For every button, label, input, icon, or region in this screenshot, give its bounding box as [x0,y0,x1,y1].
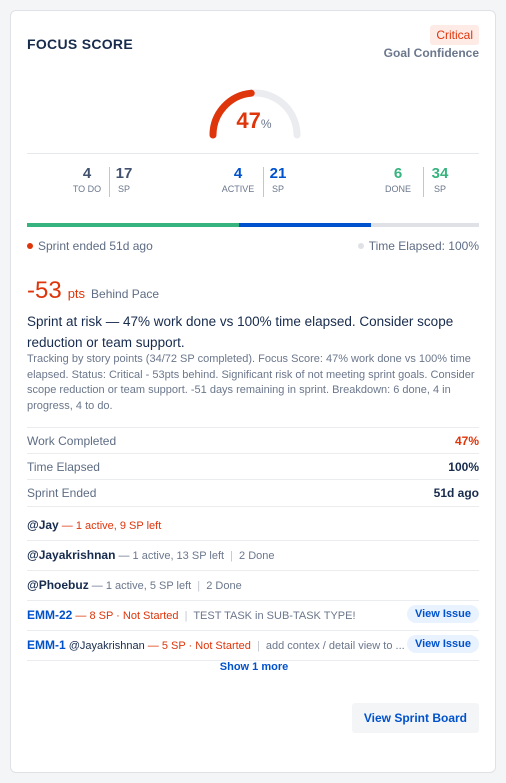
issue-status: — 8 SP · Not Started [75,610,179,622]
show-more-link[interactable]: Show 1 more [11,661,497,673]
metric-value: 51d ago [433,486,479,500]
card-title: FOCUS SCORE [27,36,133,52]
assignee-row: @Jayakrishnan — 1 active, 13 SP left | 2… [27,540,479,571]
issue-key[interactable]: EMM-1 [27,638,66,652]
status-badge: Critical [430,25,479,45]
assignee-status: — 1 active, 5 SP left [91,580,192,592]
stat-todo: 4 TO DO 17 SP [27,165,167,203]
metric-row: Time Elapsed 100% [27,453,479,480]
gauge-track [209,89,301,139]
assignee-name[interactable]: @Jayakrishnan [27,548,115,562]
behind-value: -53 [27,277,62,304]
assignee-status: — 1 active, 13 SP left [118,550,225,562]
assignee-done: 2 Done [239,550,275,562]
focus-gauge [209,89,301,139]
stat-active: 4 ACTIVE 21 SP [215,165,355,203]
status-dot-icon [27,242,33,249]
stat-divider [263,167,264,197]
separator: | [197,580,201,592]
assignee-done: 2 Done [206,580,242,592]
risk-summary: Sprint at risk — 47% work done vs 100% t… [27,314,454,350]
gauge-fill [209,89,301,139]
assignee-row: @Phoebuz — 1 active, 5 SP left | 2 Done [27,570,479,601]
stats-row: 4 TO DO 17 SP 4 ACTIVE 21 SP 6 DONE 34 S… [27,165,479,203]
detail-text: Tracking by story points (34/72 SP compl… [27,353,475,412]
issue-summary: add contex / detail view to ... [265,640,405,652]
separator: | [230,550,233,562]
active-count: 4 [233,165,243,182]
stat-divider [423,167,424,197]
sprint-progress-bar [27,223,479,227]
behind-label: Behind Pace [91,287,160,301]
done-sp: 34 [431,165,449,182]
behind-pace: -53 pts Behind Pace [27,277,159,305]
status-dot-icon [357,242,364,249]
separator: | [256,640,260,652]
metric-row: Sprint Ended 51d ago [27,479,479,507]
done-sp-label: SP [433,184,446,194]
focus-score-card: FOCUS SCORE Critical Goal Confidence 47%… [10,10,496,773]
separator: | [184,610,188,622]
todo-count: 4 [82,165,92,182]
active-label: ACTIVE [221,184,255,194]
issue-row: EMM-22 — 8 SP · Not Started | TEST TASK … [27,600,479,631]
time-elapsed-text: Time Elapsed: 100% [368,239,479,253]
view-sprint-board-button[interactable]: View Sprint Board [351,703,479,733]
done-count: 6 [393,165,403,182]
metric-value: 100% [448,460,479,474]
metric-label: Work Completed [27,434,117,448]
metric-row: Work Completed 47% [27,427,479,454]
issue-row: EMM-1 @Jayakrishnan — 5 SP · Not Started… [27,630,479,661]
progress-done-segment [27,223,240,227]
issue-assignee: @Jayakrishnan [68,640,145,652]
progress-active-segment [239,223,371,227]
active-sp-label: SP [271,184,284,194]
view-issue-button[interactable]: View Issue [406,635,479,653]
view-issue-button[interactable]: View Issue [406,605,479,623]
done-label: DONE [384,184,411,194]
assignee-name[interactable]: @Phoebuz [27,578,89,592]
sprint-ended-text: Sprint ended 51d ago [38,239,153,253]
issue-summary: TEST TASK in SUB-TASK TYPE! [193,610,356,622]
stat-divider [109,167,110,197]
todo-sp-label: SP [117,184,130,194]
assignee-row: @Jay — 1 active, 9 SP left [27,510,479,541]
issue-key[interactable]: EMM-22 [27,608,72,622]
metric-label: Sprint Ended [27,486,97,500]
divider [27,153,479,154]
assignee-status: — 1 active, 9 SP left [61,520,162,532]
behind-unit: pts [67,286,86,301]
metric-value: 47% [454,434,479,448]
assignee-name[interactable]: @Jay [27,518,59,532]
stat-done: 6 DONE 34 SP [365,165,505,203]
todo-sp: 17 [115,165,133,182]
metric-label: Time Elapsed [27,460,100,474]
todo-label: TO DO [72,184,102,194]
active-sp: 21 [269,165,287,182]
goal-confidence-label: Goal Confidence [383,46,479,60]
issue-status: — 5 SP · Not Started [147,640,251,652]
